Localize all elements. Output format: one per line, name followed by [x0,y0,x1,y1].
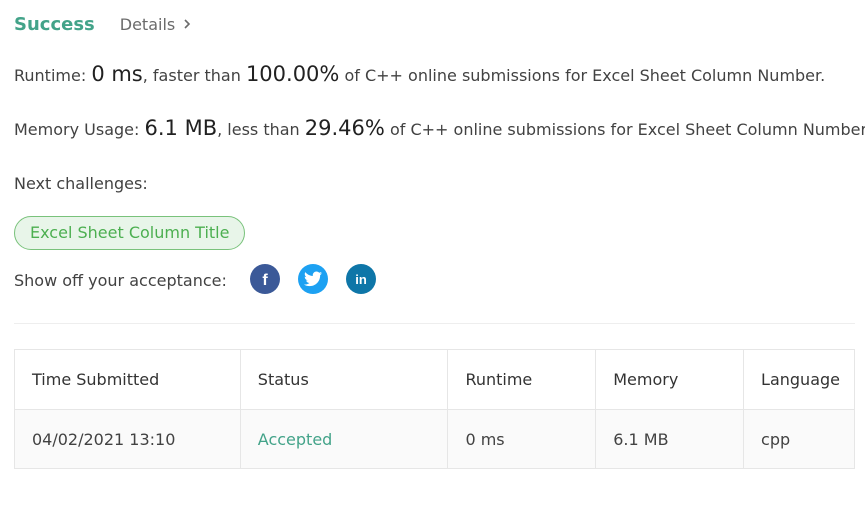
linkedin-icon: in [355,272,367,287]
memory-value: 6.1 MB [144,116,218,140]
column-header-language: Language [743,349,855,410]
memory-compare-text: , less than [217,120,300,139]
memory-percent: 29.46% [304,116,385,140]
runtime-summary: Runtime: 0 ms, faster than 100.00% of C+… [14,62,825,86]
twitter-icon [304,271,322,287]
svg-text:f: f [262,272,268,287]
memory-summary: Memory Usage: 6.1 MB, less than 29.46% o… [14,116,865,140]
runtime-compare-text: , faster than [142,66,241,85]
svg-text:in: in [355,272,367,287]
table-header-row: Time Submitted Status Runtime Memory Lan… [14,349,855,410]
column-header-runtime: Runtime [447,349,597,410]
next-challenge-link[interactable]: Excel Sheet Column Title [14,216,246,250]
runtime-value: 0 ms [91,62,143,86]
memory-label: Memory Usage: [14,120,140,139]
result-header: Success Details [14,11,191,37]
table-row: 04/02/2021 13:10 Accepted 0 ms 6.1 MB cp… [14,409,855,469]
submission-result-panel: Success Details Runtime: 0 ms, faster th… [0,0,865,508]
facebook-icon: f [262,272,268,287]
runtime-percent: 100.00% [245,62,340,86]
section-divider [14,323,855,324]
cell-memory: 6.1 MB [595,409,745,469]
submissions-table: Time Submitted Status Runtime Memory Lan… [14,349,855,469]
memory-suffix: of C++ online submissions for Excel Shee… [389,120,865,139]
details-link[interactable]: Details [120,15,191,34]
details-label: Details [119,14,176,34]
column-header-memory: Memory [595,349,745,410]
share-label: Show off your acceptance: [14,271,227,290]
runtime-label: Runtime: [14,66,87,85]
runtime-suffix: of C++ online submissions for Excel Shee… [344,66,826,85]
cell-status-accepted-link[interactable]: Accepted [239,409,449,469]
column-header-status: Status [239,349,449,410]
linkedin-share-button[interactable]: in [346,264,376,294]
chevron-right-icon [184,19,191,29]
column-header-time-submitted: Time Submitted [14,349,241,410]
facebook-share-button[interactable]: f [250,264,280,294]
cell-language: cpp [743,409,855,469]
next-challenges-label: Next challenges: [14,174,148,193]
cell-time-submitted: 04/02/2021 13:10 [14,409,241,469]
status-success-title: Success [14,13,95,35]
twitter-share-button[interactable] [298,264,328,294]
cell-runtime: 0 ms [447,409,597,469]
